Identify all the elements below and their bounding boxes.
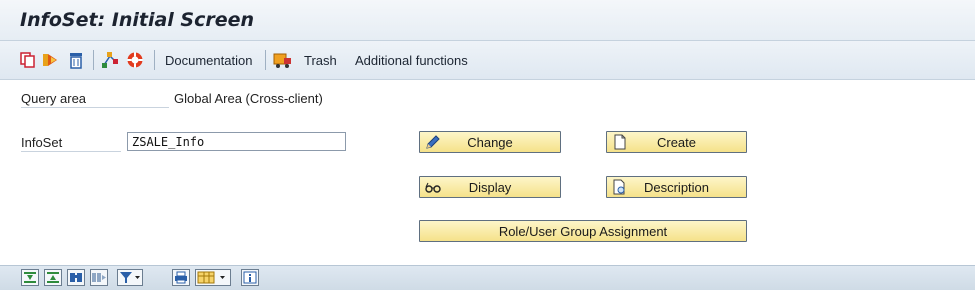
display-button-label: Display	[468, 179, 512, 195]
infoset-label: InfoSet	[21, 135, 63, 150]
main-content: Query area Global Area (Cross-client) In…	[0, 80, 975, 265]
display-button[interactable]: Display	[419, 176, 561, 198]
pencil-icon	[425, 134, 441, 150]
trash-button[interactable]: Trash	[304, 53, 337, 68]
layout-icon[interactable]	[195, 269, 231, 286]
toolbar-separator	[265, 50, 266, 70]
print-icon[interactable]	[172, 269, 190, 286]
role-user-group-assignment-label: Role/User Group Assignment	[498, 223, 668, 239]
infoset-input[interactable]: ZSALE_Info	[127, 132, 346, 151]
new-document-icon	[612, 134, 628, 150]
title-bar: InfoSet: Initial Screen	[0, 0, 975, 41]
copy-icon[interactable]	[19, 51, 37, 69]
toolbar-separator	[93, 50, 94, 70]
glasses-icon	[425, 179, 441, 195]
label-underline	[21, 151, 121, 152]
transport-icon[interactable]	[101, 51, 119, 69]
role-user-group-assignment-button[interactable]: Role/User Group Assignment	[419, 220, 747, 242]
documentation-button[interactable]: Documentation	[165, 53, 252, 68]
query-area-value: Global Area (Cross-client)	[174, 91, 323, 106]
toolbar-separator	[154, 50, 155, 70]
bottom-toolbar	[0, 265, 975, 290]
change-button-label: Change	[467, 134, 513, 150]
application-toolbar: Documentation Trash Additional functions	[0, 41, 975, 80]
change-button[interactable]: Change	[419, 131, 561, 153]
lifebuoy-icon[interactable]	[126, 51, 144, 69]
label-underline	[21, 107, 169, 108]
page-title: InfoSet: Initial Screen	[20, 9, 255, 31]
description-button[interactable]: Description	[606, 176, 747, 198]
find-icon[interactable]	[67, 269, 85, 286]
filter-icon[interactable]	[117, 269, 143, 286]
trash-icon[interactable]	[273, 51, 291, 69]
document-search-icon	[612, 179, 628, 195]
info-icon[interactable]	[241, 269, 259, 286]
description-button-label: Description	[643, 179, 710, 195]
create-button-label: Create	[656, 134, 697, 150]
create-button[interactable]: Create	[606, 131, 747, 153]
find-next-icon[interactable]	[90, 269, 108, 286]
delete-icon[interactable]	[67, 51, 85, 69]
query-area-label: Query area	[21, 91, 87, 106]
forward-icon[interactable]	[42, 51, 60, 69]
sort-ascending-icon[interactable]	[21, 269, 39, 286]
sort-descending-icon[interactable]	[44, 269, 62, 286]
additional-functions-button[interactable]: Additional functions	[355, 53, 468, 68]
